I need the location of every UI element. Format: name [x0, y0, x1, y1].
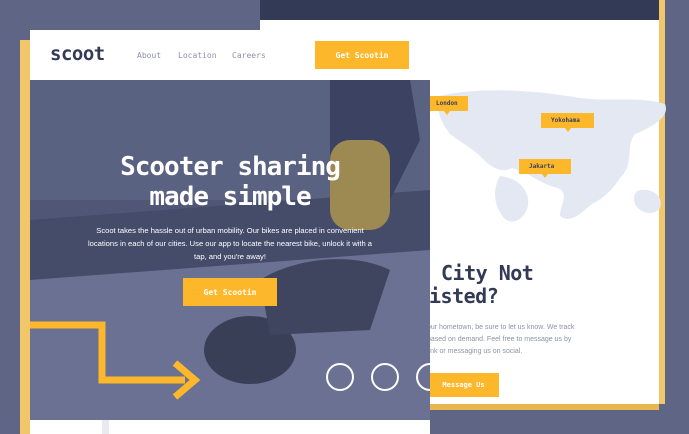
nav-link-location[interactable]: Location — [178, 51, 217, 60]
text-line-1: our hometown, be sure to let us know. We… — [427, 324, 575, 331]
map-label-yokohama[interactable]: Yokohama — [541, 113, 594, 132]
hero-title: Scooter sharing made simple — [30, 152, 430, 212]
message-us-button[interactable]: Message Us — [428, 373, 499, 397]
nav-link-careers[interactable]: Careers — [232, 51, 266, 60]
top-navigation: scoot About Location Careers Get Scootin — [30, 30, 430, 80]
hero-get-scootin-button[interactable]: Get Scootin — [183, 278, 277, 306]
carousel-dot-1[interactable] — [326, 363, 354, 391]
hero-title-line-2: made simple — [149, 182, 311, 212]
map-label-london[interactable]: London — [426, 96, 468, 115]
carousel-dot-2[interactable] — [371, 363, 399, 391]
nav-link-about[interactable]: About — [137, 51, 161, 60]
section-marker — [102, 420, 109, 434]
next-section-edge — [30, 420, 430, 434]
text-line-3: link or messaging us on social. — [427, 348, 523, 355]
locations-hero-strip — [260, 0, 659, 20]
hero-section: Scooter sharing made simple Scoot takes … — [30, 80, 430, 420]
hero-subtitle: Scoot takes the hassle out of urban mobi… — [87, 226, 373, 261]
hero-title-line-1: Scooter sharing — [120, 152, 341, 182]
text-line-2: based on demand. Feel free to message us… — [427, 336, 572, 343]
scoot-logo[interactable]: scoot — [50, 43, 105, 65]
decorative-strip — [20, 40, 30, 434]
nav-get-scootin-button[interactable]: Get Scootin — [315, 41, 409, 69]
map-label-jakarta[interactable]: Jakarta — [519, 159, 571, 178]
home-page-preview: scoot About Location Careers Get Scootin… — [30, 30, 430, 434]
